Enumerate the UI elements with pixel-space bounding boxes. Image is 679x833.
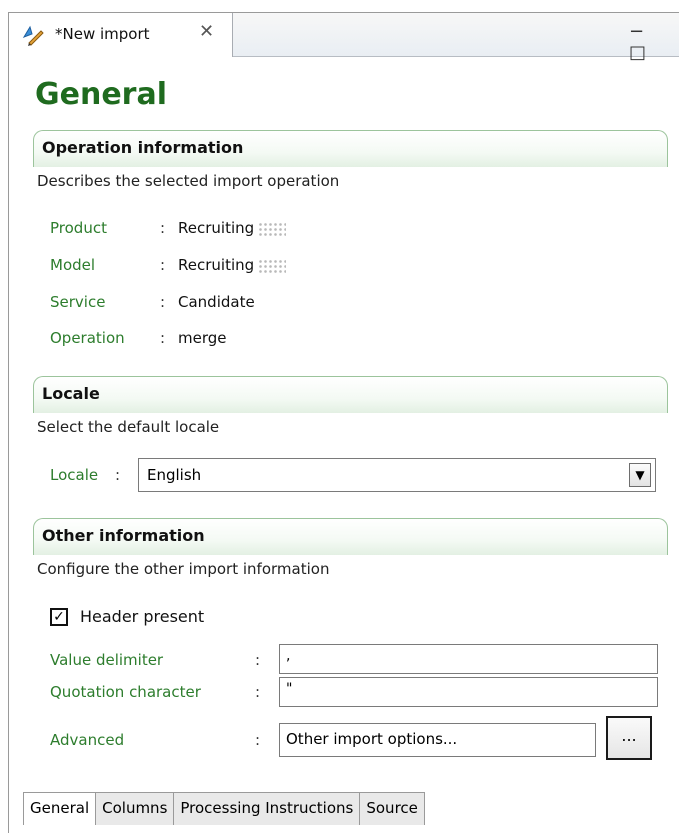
service-label: Service: [50, 293, 106, 311]
product-label: Product: [50, 219, 107, 237]
bottom-tab-bar: General Columns Processing Instructions …: [23, 792, 425, 825]
locale-section-title: Locale: [42, 384, 100, 403]
editor-tab-bar: *New import ✕ − □: [9, 13, 679, 63]
advanced-options-field[interactable]: Other import options...: [279, 723, 596, 757]
separator: :: [115, 466, 121, 484]
separator: :: [160, 219, 166, 237]
tab-title: *New import: [55, 25, 150, 43]
operation-section-description: Describes the selected import operation: [37, 172, 340, 190]
locale-section: Locale Select the default locale: [33, 376, 668, 436]
separator: :: [160, 256, 166, 274]
header-present-checkbox[interactable]: ✓: [50, 608, 68, 626]
separator: :: [255, 731, 261, 749]
other-section: Other information Configure the other im…: [33, 518, 668, 578]
locale-label: Locale: [50, 466, 99, 484]
other-section-description: Configure the other import information: [37, 560, 330, 578]
value-delimiter-input[interactable]: ,: [279, 644, 658, 674]
operation-section: Operation information Describes the sele…: [33, 130, 668, 190]
page-title: General: [35, 77, 167, 112]
locale-section-header: Locale: [33, 376, 668, 413]
locale-select[interactable]: English ▼: [138, 458, 656, 492]
tab-general[interactable]: General: [23, 793, 97, 825]
advanced-browse-button[interactable]: ...: [606, 716, 652, 760]
chevron-down-icon[interactable]: ▼: [629, 463, 651, 487]
other-section-title: Other information: [42, 526, 205, 545]
redacted-icon: [258, 258, 287, 273]
locale-selected-value: English: [147, 466, 202, 484]
model-value: Recruiting: [178, 256, 287, 274]
minimize-maximize-icon[interactable]: − □: [629, 21, 679, 63]
tab-columns[interactable]: Columns: [96, 793, 175, 825]
operation-value: merge: [178, 329, 227, 347]
tab-source[interactable]: Source: [360, 793, 425, 825]
advanced-label: Advanced: [50, 731, 125, 749]
import-editor-icon: [22, 25, 44, 46]
header-present-label[interactable]: Header present: [80, 607, 204, 626]
operation-section-header: Operation information: [33, 130, 668, 167]
separator: :: [160, 293, 166, 311]
operation-section-title: Operation information: [42, 138, 244, 157]
quotation-character-label: Quotation character: [50, 683, 201, 701]
top-strip: [0, 0, 679, 12]
value-delimiter-label: Value delimiter: [50, 651, 164, 669]
separator: :: [255, 683, 261, 701]
redacted-icon: [258, 221, 287, 236]
other-section-header: Other information: [33, 518, 668, 555]
operation-label: Operation: [50, 329, 125, 347]
tab-processing-instructions[interactable]: Processing Instructions: [174, 793, 361, 825]
quotation-character-input[interactable]: ": [279, 677, 658, 707]
separator: :: [160, 329, 166, 347]
close-icon[interactable]: ✕: [199, 21, 214, 42]
separator: :: [255, 651, 261, 669]
product-value: Recruiting: [178, 219, 287, 237]
service-value: Candidate: [178, 293, 255, 311]
model-label: Model: [50, 256, 96, 274]
locale-section-description: Select the default locale: [37, 418, 220, 436]
tab-new-import[interactable]: *New import ✕: [9, 13, 233, 57]
